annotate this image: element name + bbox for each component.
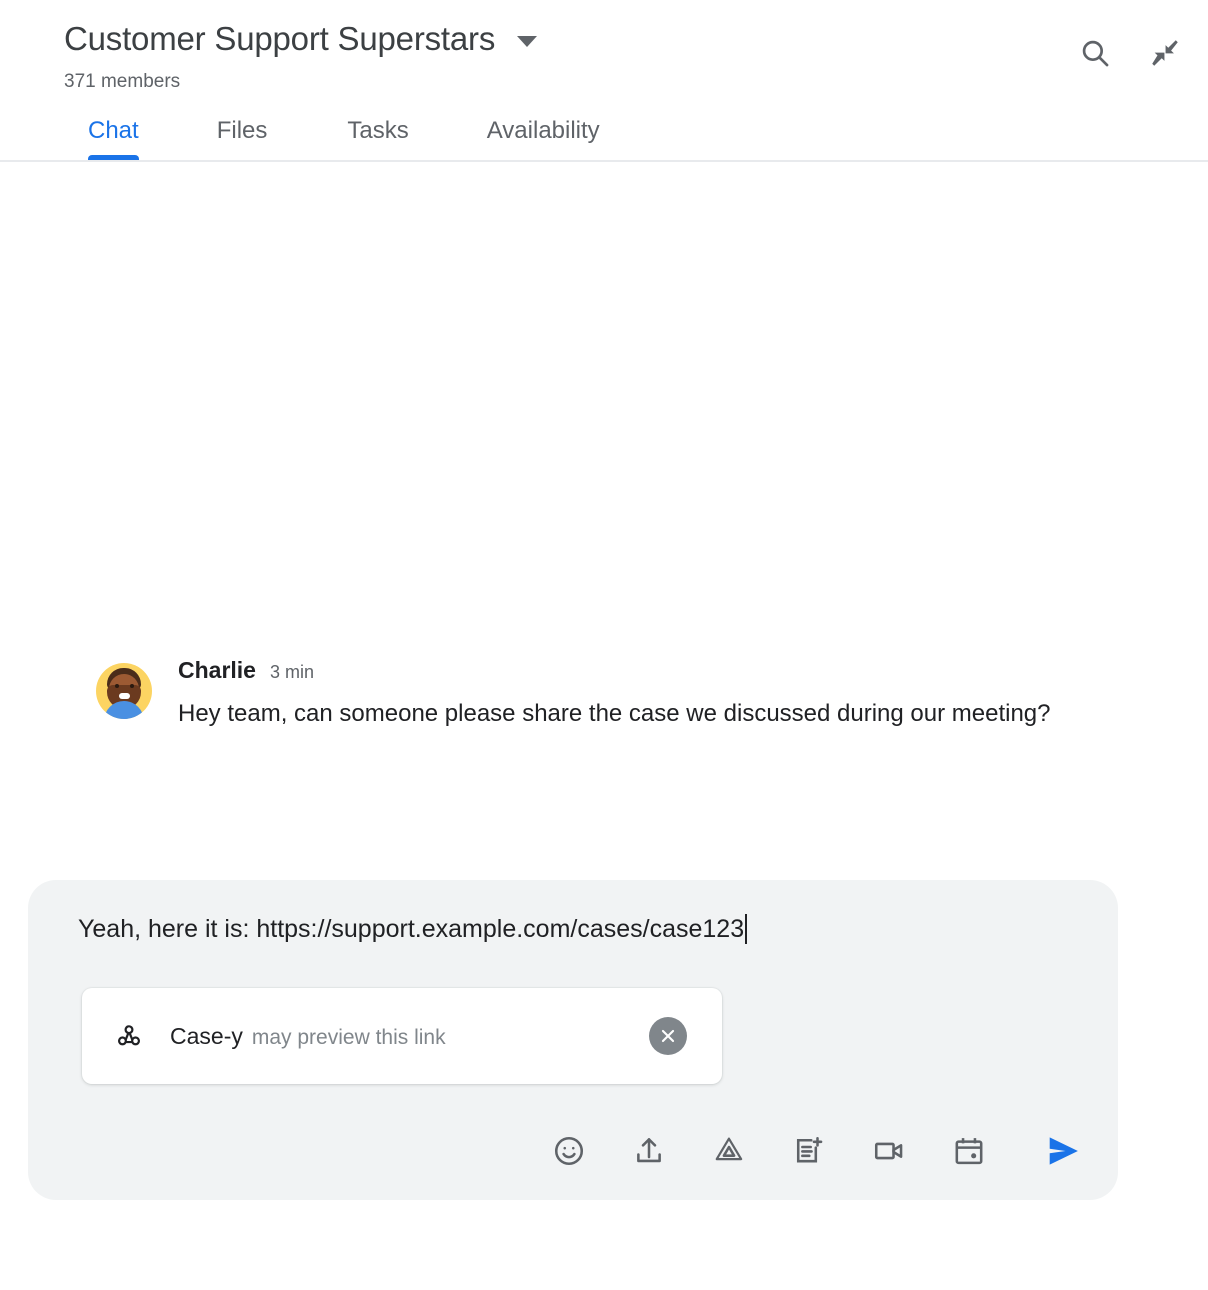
message-timestamp: 3 min	[269, 662, 314, 682]
upload-icon[interactable]	[628, 1130, 670, 1172]
collapse-arrows-icon[interactable]	[1146, 34, 1184, 72]
chevron-down-icon[interactable]	[517, 35, 538, 47]
message-text: Hey team, can someone please share the c…	[178, 700, 1051, 727]
message-composer[interactable]: Yeah, here it is: https://support.exampl…	[28, 880, 1118, 1200]
message-input[interactable]: Yeah, here it is: https://support.exampl…	[56, 906, 1090, 946]
tab-bar: Chat Files Tasks Availability	[0, 116, 1208, 162]
link-chip-app-name: Case-y	[170, 1022, 243, 1049]
message-item: Charlie 3 min Hey team, can someone plea…	[96, 657, 1116, 734]
message-body: Charlie 3 min Hey team, can someone plea…	[178, 657, 1116, 734]
avatar-eye-right	[130, 684, 134, 688]
header-title-block: Customer Support Superstars 371 members	[64, 18, 538, 94]
composer-toolbar	[56, 1128, 1090, 1174]
header-actions	[1076, 18, 1184, 72]
video-camera-icon[interactable]	[868, 1130, 910, 1172]
calendar-icon[interactable]	[948, 1130, 990, 1172]
avatar-body	[104, 701, 144, 719]
message-list: Charlie 3 min Hey team, can someone plea…	[0, 162, 1208, 862]
text-caret	[745, 914, 748, 944]
search-icon[interactable]	[1076, 34, 1114, 72]
chat-header: Customer Support Superstars 371 members	[0, 0, 1208, 162]
tab-chat[interactable]: Chat	[88, 116, 139, 162]
message-input-value: Yeah, here it is: https://support.exampl…	[78, 915, 745, 943]
link-preview-chip[interactable]: Case-y may preview this link	[82, 988, 722, 1084]
webhook-icon	[114, 1021, 144, 1051]
chat-app-window: Customer Support Superstars 371 members	[0, 0, 1208, 1290]
header-title-row[interactable]: Customer Support Superstars	[64, 18, 538, 60]
avatar-eye-left	[115, 684, 119, 688]
new-document-icon[interactable]	[788, 1130, 830, 1172]
tab-tasks[interactable]: Tasks	[347, 116, 408, 162]
send-icon[interactable]	[1040, 1128, 1086, 1174]
avatar-mouth	[119, 693, 130, 699]
page-title: Customer Support Superstars	[64, 20, 496, 57]
emoji-icon[interactable]	[548, 1130, 590, 1172]
message-author: Charlie	[178, 657, 256, 683]
tab-availability[interactable]: Availability	[487, 116, 600, 162]
google-drive-icon[interactable]	[708, 1130, 750, 1172]
message-header: Charlie 3 min	[178, 657, 1116, 684]
link-chip-note: may preview this link	[251, 1025, 446, 1049]
header-top-row: Customer Support Superstars 371 members	[0, 18, 1208, 94]
link-chip-text: Case-y may preview this link	[170, 1023, 446, 1050]
member-count-label: 371 members	[64, 71, 181, 92]
avatar[interactable]	[96, 663, 152, 719]
tab-files[interactable]: Files	[217, 116, 268, 162]
close-icon[interactable]	[649, 1017, 687, 1055]
